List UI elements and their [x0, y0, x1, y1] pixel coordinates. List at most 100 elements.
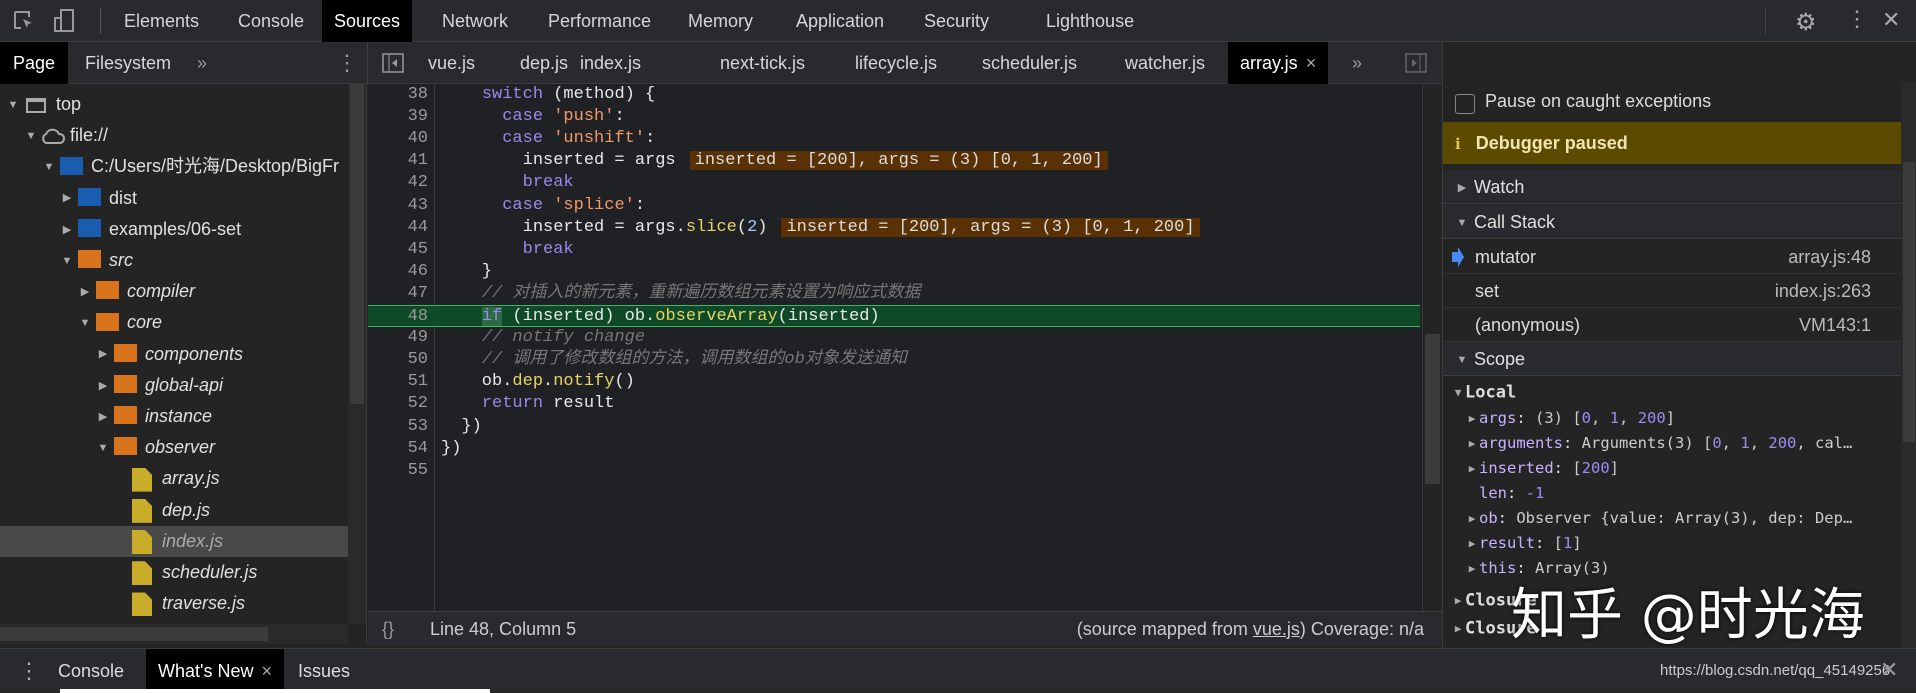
collapsed-arrow-icon[interactable]: ▶ — [60, 215, 74, 245]
file-tab[interactable]: index.js — [580, 42, 641, 84]
tree-item[interactable]: traverse.js — [0, 588, 348, 619]
expand-arrow-icon[interactable]: ▶ — [1465, 431, 1479, 456]
expanded-arrow-icon[interactable]: ▼ — [96, 433, 110, 463]
collapsed-arrow-icon[interactable]: ▶ — [96, 402, 110, 432]
navigator-menu-icon[interactable]: ⋮ — [336, 42, 358, 84]
collapsed-arrow-icon[interactable]: ▶ — [96, 371, 110, 401]
tree-item[interactable]: scheduler.js — [0, 557, 348, 588]
scope-variable[interactable]: ▶ arguments: Arguments(3) [0, 1, 200, cal… — [1443, 431, 1901, 456]
main-tab-sources[interactable]: Sources — [322, 0, 413, 42]
more-file-tabs[interactable]: » — [1352, 42, 1362, 84]
expand-arrow-icon[interactable]: ▶ — [1465, 531, 1479, 556]
expanded-arrow-icon[interactable]: ▼ — [24, 121, 38, 151]
line-number[interactable]: 46 — [368, 261, 428, 283]
scope-section-header[interactable]: ▼ Scope — [1443, 342, 1901, 376]
collapsed-arrow-icon[interactable]: ▶ — [60, 183, 74, 213]
tree-item[interactable]: array.js — [0, 463, 348, 494]
call-frame[interactable]: mutator array.js:48 — [1443, 240, 1901, 274]
scope-variable[interactable]: len: -1 — [1443, 481, 1901, 506]
watch-section-header[interactable]: ▶ Watch — [1443, 170, 1901, 204]
tree-item[interactable]: ▼ observer — [0, 432, 348, 463]
device-toolbar-icon[interactable] — [52, 8, 76, 34]
pretty-print-icon[interactable]: {} — [382, 612, 394, 646]
drawer-tab-issues[interactable]: Issues — [298, 649, 350, 693]
tree-item[interactable]: ▼ file:// — [0, 120, 348, 151]
main-tab-lighthouse[interactable]: Lighthouse — [1034, 0, 1146, 42]
close-tab-icon[interactable]: × — [1306, 53, 1317, 73]
source-map-link[interactable]: vue.js — [1253, 619, 1300, 639]
main-tab-application[interactable]: Application — [784, 0, 896, 42]
line-number[interactable]: 43 — [368, 195, 428, 217]
file-tab[interactable]: lifecycle.js — [855, 42, 937, 84]
navigator-more-tabs[interactable]: » — [197, 42, 207, 84]
call-stack-section-header[interactable]: ▼ Call Stack — [1443, 205, 1901, 239]
tree-item[interactable]: ▼ core — [0, 307, 348, 338]
main-tab-elements[interactable]: Elements — [112, 0, 211, 42]
debugger-scrollbar[interactable] — [1901, 82, 1916, 648]
scope-variable[interactable]: ▶ inserted: [200] — [1443, 456, 1901, 481]
scope-variable[interactable]: ▶ ob: Observer {value: Array(3), dep: Dep… — [1443, 506, 1901, 531]
collapsed-arrow-icon[interactable]: ▶ — [78, 277, 92, 307]
line-number[interactable]: 45 — [368, 239, 428, 261]
file-tab[interactable]: vue.js — [428, 42, 475, 84]
call-frame[interactable]: (anonymous) VM143:1 — [1443, 308, 1901, 342]
inspect-element-icon[interactable] — [12, 9, 36, 33]
line-number[interactable]: 54 — [368, 438, 428, 460]
scope-variable[interactable]: ▶ args: (3) [0, 1, 200] — [1443, 406, 1901, 431]
main-tab-performance[interactable]: Performance — [536, 0, 663, 42]
line-number[interactable]: 38 — [368, 84, 428, 106]
expanded-arrow-icon[interactable]: ▼ — [42, 152, 56, 182]
line-number[interactable]: 50 — [368, 349, 428, 371]
tree-item[interactable]: ▶ global-api — [0, 370, 348, 401]
drawer-tab-console[interactable]: Console — [58, 649, 124, 693]
expanded-arrow-icon[interactable]: ▼ — [60, 246, 74, 276]
expand-arrow-icon[interactable]: ▶ — [1465, 456, 1479, 481]
close-devtools-icon[interactable]: ✕ — [1882, 7, 1900, 33]
line-number[interactable]: 49 — [368, 327, 428, 349]
more-options-icon[interactable]: ⋮ — [1846, 6, 1868, 32]
file-tab[interactable]: watcher.js — [1125, 42, 1205, 84]
navigator-tab-page[interactable]: Page — [0, 42, 68, 84]
line-number[interactable]: 52 — [368, 393, 428, 415]
expanded-arrow-icon[interactable]: ▼ — [78, 308, 92, 338]
line-number[interactable]: 47 — [368, 283, 428, 305]
main-tab-memory[interactable]: Memory — [676, 0, 765, 42]
line-number[interactable]: 41 — [368, 150, 428, 172]
main-tab-console[interactable]: Console — [226, 0, 316, 42]
close-drawer-icon[interactable]: ✕ — [1880, 657, 1898, 683]
tree-item[interactable]: ▼ src — [0, 245, 348, 276]
close-tab-icon[interactable]: × — [261, 661, 272, 681]
tree-item[interactable]: ▶ instance — [0, 401, 348, 432]
toggle-debugger-icon[interactable] — [1405, 53, 1427, 73]
tree-item[interactable]: ▶ compiler — [0, 276, 348, 307]
call-frame[interactable]: set index.js:263 — [1443, 274, 1901, 308]
tree-item[interactable]: ▼ top — [0, 89, 348, 120]
editor-scrollbar[interactable] — [1422, 84, 1442, 611]
file-tab[interactable]: dep.js — [520, 42, 568, 84]
scope-local-header[interactable]: ▼ Local — [1443, 380, 1901, 405]
drawer-tab-what-s-new[interactable]: What's New × — [146, 649, 284, 693]
drawer-menu-icon[interactable]: ⋮ — [18, 649, 40, 693]
expand-arrow-icon[interactable]: ▶ — [1465, 506, 1479, 531]
collapsed-arrow-icon[interactable]: ▶ — [96, 339, 110, 369]
line-number[interactable]: 53 — [368, 416, 428, 438]
pause-on-caught-checkbox[interactable] — [1455, 94, 1475, 114]
main-tab-security[interactable]: Security — [912, 0, 1001, 42]
expand-arrow-icon[interactable]: ▶ — [1465, 556, 1479, 581]
line-number[interactable]: 48 — [368, 306, 428, 328]
file-tab[interactable]: scheduler.js — [982, 42, 1077, 84]
scope-variable[interactable]: ▶ result: [1] — [1443, 531, 1901, 556]
tree-item[interactable]: dep.js — [0, 495, 348, 526]
file-tab[interactable]: next-tick.js — [720, 42, 805, 84]
file-tab[interactable]: array.js × — [1228, 42, 1329, 84]
call-frame-location[interactable]: VM143:1 — [1799, 308, 1871, 342]
settings-gear-icon[interactable]: ⚙ — [1795, 8, 1817, 37]
expanded-arrow-icon[interactable]: ▼ — [6, 90, 20, 120]
tree-item[interactable]: ▶ components — [0, 339, 348, 370]
line-number[interactable]: 42 — [368, 172, 428, 194]
line-number[interactable]: 44 — [368, 217, 428, 239]
main-tab-network[interactable]: Network — [430, 0, 520, 42]
code-editor[interactable]: 38 switch (method) {39 case 'push': 40 ca… — [368, 84, 1442, 611]
toggle-navigator-icon[interactable] — [382, 53, 404, 73]
tree-item[interactable]: ▶ examples/06-set — [0, 214, 348, 245]
